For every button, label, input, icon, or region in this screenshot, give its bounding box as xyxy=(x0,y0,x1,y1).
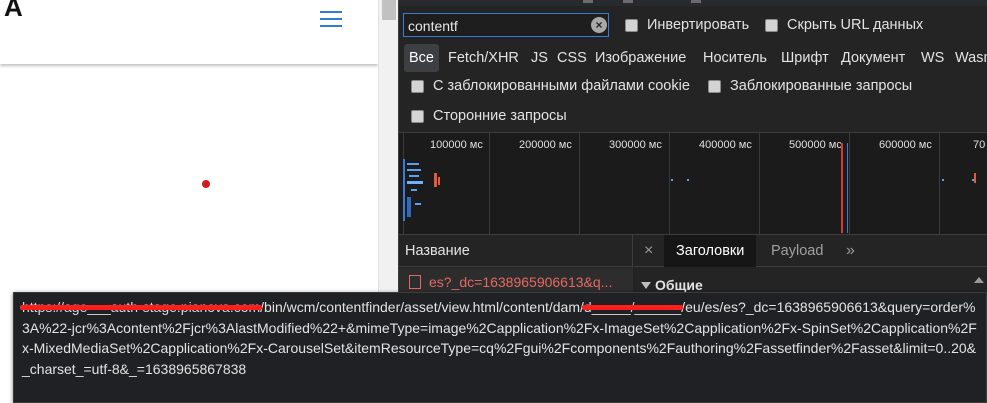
filter-input[interactable] xyxy=(403,13,609,37)
tick-label: 500000 мс xyxy=(789,139,842,151)
url-path: /bin/wcm/contentfinder/asset/view.html/c… xyxy=(260,299,584,315)
site-header: A xyxy=(0,0,378,64)
site-logo[interactable]: A xyxy=(4,0,23,23)
toolbar-strip xyxy=(399,0,987,6)
checkbox-box[interactable] xyxy=(708,79,721,93)
timeline-bar xyxy=(411,189,417,191)
tick-label: 400000 мс xyxy=(699,139,752,151)
scrollbar-thumb[interactable] xyxy=(382,0,396,20)
timeline-bar xyxy=(415,203,421,205)
timeline-tick: 300000 мс xyxy=(609,133,670,235)
checkbox-box[interactable] xyxy=(411,79,424,93)
timeline-bar xyxy=(438,177,440,185)
redacted-path: d_____/______ xyxy=(583,299,682,315)
timeline-bar xyxy=(671,179,673,181)
detail-tabs: × Заголовки Payload » xyxy=(634,235,987,267)
checkbox-box[interactable] xyxy=(765,18,778,32)
type-wasm[interactable]: Wasm xyxy=(951,44,987,72)
clear-icon[interactable]: × xyxy=(591,17,607,33)
timeline-bar xyxy=(687,179,689,181)
tick-label: 100000 мс xyxy=(430,139,483,151)
tick-label: 600000 мс xyxy=(879,139,932,151)
timeline-bar xyxy=(434,173,437,187)
url-tooltip: https://age___auth-stage.pianova.com/bin… xyxy=(13,292,987,403)
timeline-overview[interactable]: 100000 мс 200000 мс 300000 мс 400000 мс … xyxy=(399,132,987,235)
tick-label: 300000 мс xyxy=(609,139,662,151)
request-name: es?_dc=1638965906613&q... xyxy=(429,274,613,290)
timeline-bar xyxy=(407,163,419,165)
checkbox-box[interactable] xyxy=(625,18,638,32)
screen: A × Инвертировать Скрыть URL данных Все xyxy=(0,0,987,403)
type-ws[interactable]: WS xyxy=(917,44,948,72)
timeline-tick: 100000 мс xyxy=(430,133,490,235)
load-marker xyxy=(841,143,843,233)
document-error-icon xyxy=(409,275,421,289)
third-party-label: Сторонние запросы xyxy=(433,108,567,124)
type-js[interactable]: JS xyxy=(527,44,552,72)
timeline-bar xyxy=(942,179,944,181)
name-column-header[interactable]: Название xyxy=(399,235,633,267)
filter-row: × Инвертировать Скрыть URL данных xyxy=(399,8,987,42)
timeline-bar xyxy=(409,175,419,177)
type-css[interactable]: CSS xyxy=(553,44,591,72)
redacted-host: https://age___auth-stage.pianova.com xyxy=(22,299,261,315)
blocked-requests-label: Заблокированные запросы xyxy=(730,78,913,94)
timeline-tick: 500000 мс xyxy=(789,133,850,235)
third-party-checkbox[interactable]: Сторонние запросы xyxy=(411,108,567,124)
hide-data-urls-label: Скрыть URL данных xyxy=(787,17,924,33)
resource-type-filter: Все Fetch/XHR JS CSS Изображение Носител… xyxy=(399,44,987,72)
checkbox-box[interactable] xyxy=(411,109,424,123)
timeline-tick: 600000 мс xyxy=(879,133,940,235)
timeline-bar xyxy=(407,169,421,171)
invert-label: Инвертировать xyxy=(647,17,750,33)
invert-checkbox[interactable]: Инвертировать xyxy=(625,17,749,33)
tick-label: 70 xyxy=(973,139,986,151)
tab-payload[interactable]: Payload xyxy=(759,235,835,267)
hamburger-icon[interactable] xyxy=(320,11,342,27)
type-font[interactable]: Шрифт xyxy=(777,44,833,72)
type-document[interactable]: Документ xyxy=(837,44,909,72)
type-image[interactable]: Изображение xyxy=(591,44,690,72)
tick-label: 200000 мс xyxy=(519,139,572,151)
chevron-more-icon[interactable]: » xyxy=(846,235,855,267)
blocked-requests-checkbox[interactable]: Заблокированные запросы xyxy=(708,78,912,94)
timeline-marker xyxy=(403,159,405,221)
blocked-cookies-label: С заблокированными файлами cookie xyxy=(433,78,690,94)
type-media[interactable]: Носитель xyxy=(699,44,771,72)
general-section-toggle[interactable]: Общие xyxy=(641,277,703,293)
tab-headers[interactable]: Заголовки xyxy=(664,235,757,267)
timeline-tick: 200000 мс xyxy=(519,133,580,235)
timeline-bar xyxy=(407,181,423,184)
timeline-tick: 400000 мс xyxy=(699,133,760,235)
blocked-cookies-checkbox[interactable]: С заблокированными файлами cookie xyxy=(411,78,690,94)
general-section-title: Общие xyxy=(655,277,703,293)
red-dot-marker xyxy=(202,180,210,188)
dcl-marker xyxy=(847,143,848,233)
hide-data-urls-checkbox[interactable]: Скрыть URL данных xyxy=(765,17,923,33)
close-icon[interactable]: × xyxy=(644,235,653,267)
type-fetch-xhr[interactable]: Fetch/XHR xyxy=(444,44,523,72)
type-all[interactable]: Все xyxy=(404,44,439,72)
timeline-bar xyxy=(407,197,411,217)
timeline-bar xyxy=(974,173,976,183)
triangle-down-icon xyxy=(641,281,651,289)
